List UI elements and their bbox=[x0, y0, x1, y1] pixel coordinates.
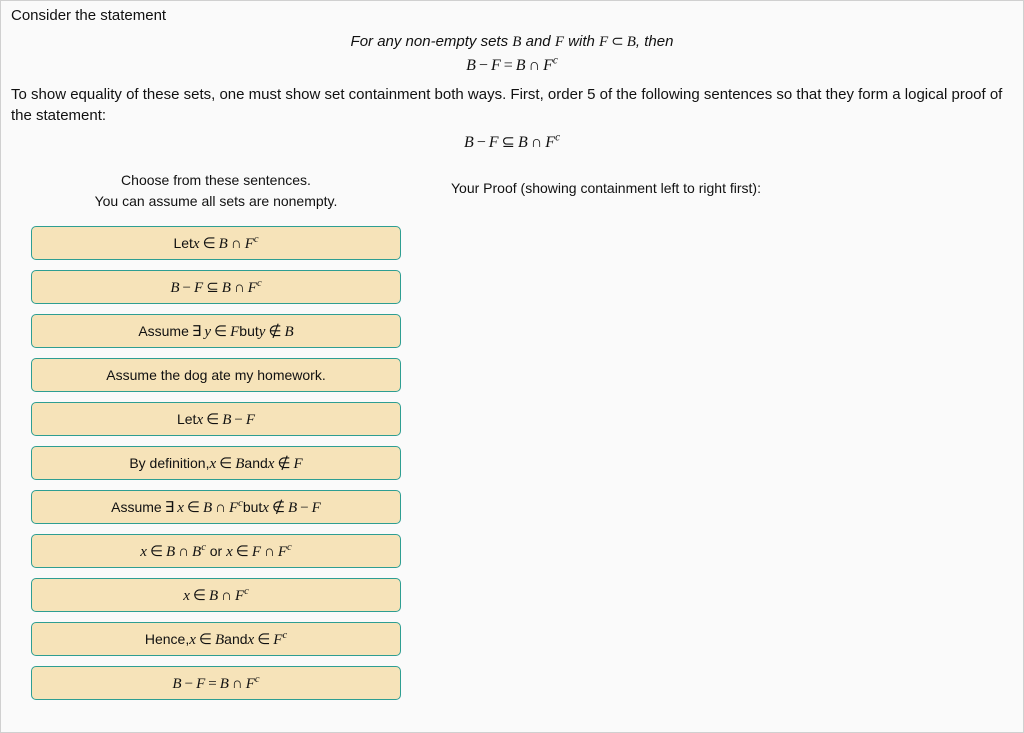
statement-mid1: and bbox=[521, 33, 554, 50]
source-heading: Choose from these sentences. You can ass… bbox=[31, 170, 401, 212]
subset-expr: F⊂B bbox=[599, 34, 636, 50]
exercise-panel: Consider the statement For any non-empty… bbox=[0, 0, 1024, 733]
sentence-tile-bydef-xinB-xnotinF[interactable]: By definition, x∈B and x∉F bbox=[31, 446, 401, 480]
sentence-tile-BminusF-eq-BcapFc[interactable]: B−F=B∩Fc bbox=[31, 666, 401, 700]
sentence-tile-assume-x-in-BcapFc-notin-BminusF[interactable]: Assume ∃x∈B∩Fc but x∉B−F bbox=[31, 490, 401, 524]
sentence-tile-let-x-in-B-cap-Fc[interactable]: Let x∈B∩Fc bbox=[31, 226, 401, 260]
instructions: To show equality of these sets, one must… bbox=[11, 85, 1013, 126]
source-column: Choose from these sentences. You can ass… bbox=[11, 170, 411, 710]
statement-line: For any non-empty sets B and F with F⊂B,… bbox=[11, 32, 1013, 51]
sym-F: F bbox=[555, 34, 564, 50]
sentence-tile-dog-homework[interactable]: Assume the dog ate my homework. bbox=[31, 358, 401, 392]
target-containment: B−F⊆B∩Fc bbox=[11, 132, 1013, 152]
sentence-tile-assume-y-in-F-notin-B[interactable]: Assume ∃y∈F but y∉B bbox=[31, 314, 401, 348]
sentence-tile-x-in-BcapBc-or-FcapFc[interactable]: x∈B∩Bc or x∈F∩Fc bbox=[31, 534, 401, 568]
proof-drop-area[interactable] bbox=[451, 210, 1003, 630]
sentence-tile-let-x-in-BminusF[interactable]: Let x∈B−F bbox=[31, 402, 401, 436]
main-equation: B−F=B∩Fc bbox=[11, 55, 1013, 75]
proof-heading: Your Proof (showing containment left to … bbox=[451, 180, 1003, 196]
sentence-tile-x-in-BcapFc[interactable]: x∈B∩Fc bbox=[31, 578, 401, 612]
intro-text: Consider the statement bbox=[11, 7, 1013, 24]
sentence-tile-BminusF-subset-BcapFc[interactable]: B−F⊆B∩Fc bbox=[31, 270, 401, 304]
statement-suffix: , then bbox=[636, 33, 674, 50]
sentence-tile-hence-xinB-xinFc[interactable]: Hence, x∈B and x∈Fc bbox=[31, 622, 401, 656]
statement-mid2: with bbox=[564, 33, 599, 50]
statement-prefix: For any non-empty sets bbox=[351, 33, 513, 50]
proof-column: Your Proof (showing containment left to … bbox=[411, 170, 1013, 630]
two-column-area: Choose from these sentences. You can ass… bbox=[11, 170, 1013, 710]
